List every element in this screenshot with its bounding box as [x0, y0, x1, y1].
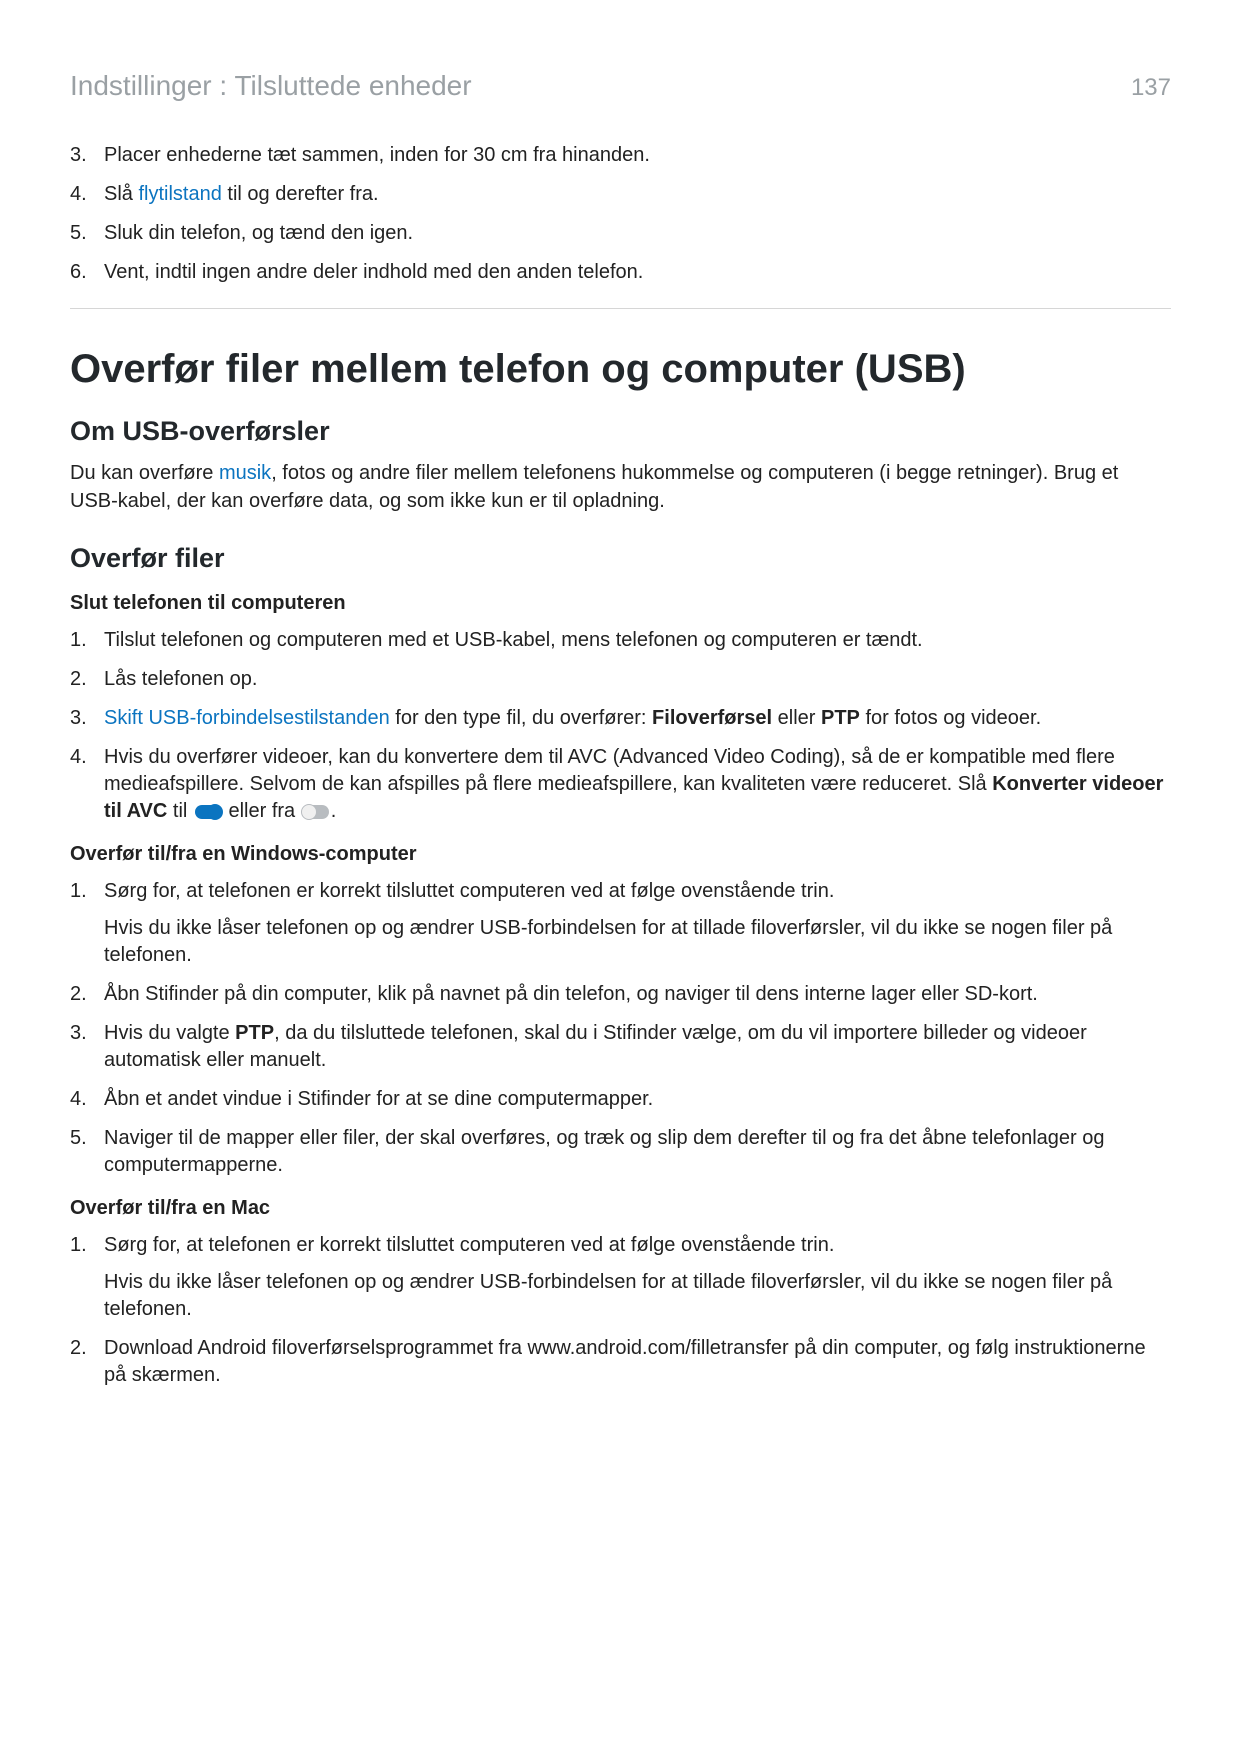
list-text: Hvis du overfører videoer, kan du konver…: [104, 744, 1171, 825]
list-text: Naviger til de mapper eller filer, der s…: [104, 1125, 1171, 1179]
list-number: 2.: [70, 1335, 104, 1389]
text-fragment: til: [167, 800, 193, 822]
text-fragment: til og derefter fra.: [222, 183, 379, 205]
section-heading: Overfør filer mellem telefon og computer…: [70, 347, 1171, 392]
list-text: Download Android filoverførselsprogramme…: [104, 1335, 1171, 1389]
toggle-off-icon: [303, 805, 329, 819]
usb-mode-link[interactable]: Skift USB-forbindelsestilstanden: [104, 707, 390, 729]
list-item: 1. Tilslut telefonen og computeren med e…: [70, 627, 1171, 654]
list-number: 4.: [70, 181, 104, 208]
list-text: Skift USB-forbindelsestilstanden for den…: [104, 705, 1171, 732]
about-paragraph: Du kan overføre musik, fotos og andre fi…: [70, 459, 1171, 515]
text-fragment: Slå: [104, 183, 138, 205]
list-note: Hvis du ikke låser telefonen op og ændre…: [104, 915, 1171, 969]
list-number: 5.: [70, 1125, 104, 1179]
musik-link[interactable]: musik: [219, 462, 271, 484]
text-fragment: Sørg for, at telefonen er korrekt tilslu…: [104, 880, 834, 902]
list-number: 3.: [70, 142, 104, 169]
bold-text: PTP: [235, 1022, 274, 1044]
mac-heading: Overfør til/fra en Mac: [70, 1197, 1171, 1220]
list-number: 3.: [70, 1020, 104, 1074]
toggle-on-icon: [195, 805, 221, 819]
list-number: 4.: [70, 744, 104, 825]
list-number: 2.: [70, 666, 104, 693]
list-item: 2. Lås telefonen op.: [70, 666, 1171, 693]
list-number: 1.: [70, 878, 104, 969]
text-fragment: Hvis du overfører videoer, kan du konver…: [104, 746, 1115, 795]
flytilstand-link[interactable]: flytilstand: [138, 183, 221, 205]
mac-list: 1. Sørg for, at telefonen er korrekt til…: [70, 1232, 1171, 1389]
list-text: Åbn et andet vindue i Stifinder for at s…: [104, 1086, 1171, 1113]
list-item: 5. Sluk din telefon, og tænd den igen.: [70, 220, 1171, 247]
text-fragment: .: [331, 800, 337, 822]
list-text: Lås telefonen op.: [104, 666, 1171, 693]
connect-heading: Slut telefonen til computeren: [70, 592, 1171, 615]
connect-list: 1. Tilslut telefonen og computeren med e…: [70, 627, 1171, 825]
document-page: Indstillinger : Tilsluttede enheder 137 …: [0, 0, 1241, 1754]
list-item: 3. Placer enhederne tæt sammen, inden fo…: [70, 142, 1171, 169]
list-text: Placer enhederne tæt sammen, inden for 3…: [104, 142, 1171, 169]
page-number: 137: [1131, 74, 1171, 102]
list-number: 3.: [70, 705, 104, 732]
list-note: Hvis du ikke låser telefonen op og ændre…: [104, 1269, 1171, 1323]
text-fragment: for den type fil, du overfører:: [390, 707, 652, 729]
list-number: 2.: [70, 981, 104, 1008]
list-text: Åbn Stifinder på din computer, klik på n…: [104, 981, 1171, 1008]
list-number: 5.: [70, 220, 104, 247]
list-number: 1.: [70, 627, 104, 654]
list-item: 1. Sørg for, at telefonen er korrekt til…: [70, 1232, 1171, 1323]
list-text: Sluk din telefon, og tænd den igen.: [104, 220, 1171, 247]
list-item: 1. Sørg for, at telefonen er korrekt til…: [70, 878, 1171, 969]
windows-list: 1. Sørg for, at telefonen er korrekt til…: [70, 878, 1171, 1179]
list-number: 4.: [70, 1086, 104, 1113]
list-item: 2. Download Android filoverførselsprogra…: [70, 1335, 1171, 1389]
breadcrumb: Indstillinger : Tilsluttede enheder: [70, 70, 472, 102]
list-text: Vent, indtil ingen andre deler indhold m…: [104, 259, 1171, 286]
text-fragment: Sørg for, at telefonen er korrekt tilslu…: [104, 1234, 834, 1256]
list-number: 6.: [70, 259, 104, 286]
list-item: 3. Hvis du valgte PTP, da du tilsluttede…: [70, 1020, 1171, 1074]
text-fragment: Hvis du valgte: [104, 1022, 235, 1044]
list-item: 6. Vent, indtil ingen andre deler indhol…: [70, 259, 1171, 286]
text-fragment: Du kan overføre: [70, 462, 219, 484]
list-text: Sørg for, at telefonen er korrekt tilslu…: [104, 1232, 1171, 1323]
list-item: 2. Åbn Stifinder på din computer, klik p…: [70, 981, 1171, 1008]
windows-heading: Overfør til/fra en Windows-computer: [70, 843, 1171, 866]
section-divider: [70, 308, 1171, 309]
list-item: 3. Skift USB-forbindelsestilstanden for …: [70, 705, 1171, 732]
list-item: 4. Åbn et andet vindue i Stifinder for a…: [70, 1086, 1171, 1113]
list-text: Tilslut telefonen og computeren med et U…: [104, 627, 1171, 654]
bold-text: PTP: [821, 707, 860, 729]
list-text: Sørg for, at telefonen er korrekt tilslu…: [104, 878, 1171, 969]
page-header: Indstillinger : Tilsluttede enheder 137: [70, 70, 1171, 102]
intro-list: 3. Placer enhederne tæt sammen, inden fo…: [70, 142, 1171, 286]
list-text: Slå flytilstand til og derefter fra.: [104, 181, 1171, 208]
text-fragment: eller fra: [223, 800, 301, 822]
text-fragment: for fotos og videoer.: [860, 707, 1041, 729]
subsection-heading-transfer: Overfør filer: [70, 543, 1171, 574]
list-number: 1.: [70, 1232, 104, 1323]
text-fragment: eller: [772, 707, 821, 729]
list-item: 5. Naviger til de mapper eller filer, de…: [70, 1125, 1171, 1179]
list-item: 4. Slå flytilstand til og derefter fra.: [70, 181, 1171, 208]
list-item: 4. Hvis du overfører videoer, kan du kon…: [70, 744, 1171, 825]
list-text: Hvis du valgte PTP, da du tilsluttede te…: [104, 1020, 1171, 1074]
bold-text: Filoverførsel: [652, 707, 772, 729]
subsection-heading-about: Om USB-overførsler: [70, 416, 1171, 447]
